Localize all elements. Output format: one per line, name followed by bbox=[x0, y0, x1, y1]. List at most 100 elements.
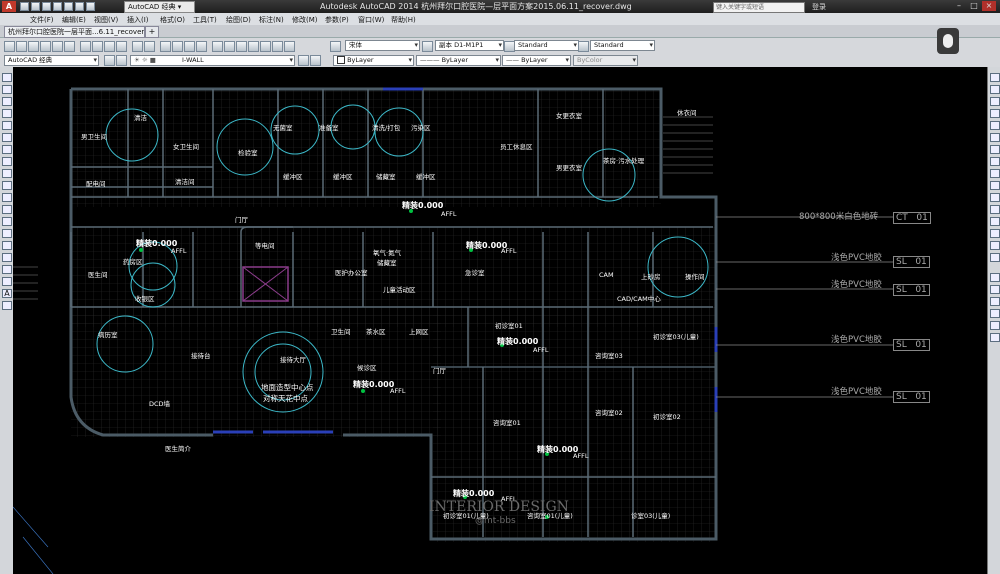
print-icon[interactable] bbox=[40, 41, 51, 52]
design-center-icon[interactable] bbox=[224, 41, 235, 52]
rotate-icon[interactable] bbox=[990, 145, 1000, 154]
color-combo[interactable]: ByLayer bbox=[333, 55, 414, 66]
help-icon[interactable] bbox=[284, 41, 295, 52]
saveas-icon[interactable] bbox=[53, 2, 62, 11]
polyline-icon[interactable] bbox=[2, 97, 12, 106]
menu-insert[interactable]: 插入(I) bbox=[127, 15, 149, 25]
publish-icon[interactable] bbox=[64, 41, 75, 52]
new-tab-button[interactable]: + bbox=[145, 26, 159, 38]
construction-line-icon[interactable] bbox=[2, 85, 12, 94]
undo-icon[interactable] bbox=[75, 2, 84, 11]
move-icon[interactable] bbox=[990, 133, 1000, 142]
pan-icon[interactable] bbox=[160, 41, 171, 52]
dim-style-icon[interactable] bbox=[422, 41, 433, 52]
zoom-realtime-icon[interactable] bbox=[172, 41, 183, 52]
layer-state-icon[interactable] bbox=[116, 55, 127, 66]
mleader-style-combo[interactable]: Standard bbox=[590, 40, 655, 51]
workspace-combo[interactable]: AutoCAD 经典 bbox=[4, 55, 99, 66]
open-file-icon[interactable] bbox=[16, 41, 27, 52]
text-style-icon[interactable] bbox=[330, 41, 341, 52]
menu-dimension[interactable]: 标注(N) bbox=[259, 15, 284, 25]
make-block-icon[interactable] bbox=[2, 217, 12, 226]
tool-palettes-icon[interactable] bbox=[236, 41, 247, 52]
mleader-style-icon[interactable] bbox=[578, 41, 589, 52]
snap-endpoint-icon[interactable] bbox=[990, 273, 1000, 282]
point-icon[interactable] bbox=[2, 229, 12, 238]
copy-object-icon[interactable] bbox=[990, 85, 1000, 94]
snap-perpendicular-icon[interactable] bbox=[990, 321, 1000, 330]
zoom-previous-icon[interactable] bbox=[196, 41, 207, 52]
stretch-icon[interactable] bbox=[990, 169, 1000, 178]
copy-icon[interactable] bbox=[92, 41, 103, 52]
scale-icon[interactable] bbox=[990, 157, 1000, 166]
layer-combo[interactable]: ☀ ☼ ■ I-WALL bbox=[130, 55, 295, 66]
drawing-canvas[interactable]: 男卫生间 清洁 女卫生间 清洁间 配电间 检验室 无菌室 准备室 清洗/打包 污… bbox=[13, 67, 987, 574]
maximize-button[interactable]: □ bbox=[967, 1, 981, 11]
menu-help[interactable]: 帮助(H) bbox=[391, 15, 416, 25]
ellipse-icon[interactable] bbox=[2, 181, 12, 190]
ellipse-arc-icon[interactable] bbox=[2, 193, 12, 202]
document-tab[interactable]: 杭州拜尔口腔医院一层平面...6.11_recover* bbox=[4, 26, 145, 38]
rectangle-icon[interactable] bbox=[2, 121, 12, 130]
navigation-wheel[interactable] bbox=[937, 28, 959, 54]
layer-properties-icon[interactable] bbox=[104, 55, 115, 66]
snap-nearest-icon[interactable] bbox=[990, 333, 1000, 342]
fillet-icon[interactable] bbox=[990, 241, 1000, 250]
menu-file[interactable]: 文件(F) bbox=[30, 15, 54, 25]
menu-format[interactable]: 格式(O) bbox=[160, 15, 185, 25]
autocad-app-icon[interactable]: A bbox=[2, 1, 16, 12]
extend-icon[interactable] bbox=[990, 193, 1000, 202]
mirror-icon[interactable] bbox=[990, 97, 1000, 106]
preview-icon[interactable] bbox=[52, 41, 63, 52]
table-icon[interactable] bbox=[2, 277, 12, 286]
break-icon[interactable] bbox=[990, 205, 1000, 214]
make-current-icon[interactable] bbox=[298, 55, 309, 66]
insert-block-icon[interactable] bbox=[2, 205, 12, 214]
properties-icon[interactable] bbox=[212, 41, 223, 52]
search-input[interactable]: 键入关键字或短语 bbox=[713, 2, 805, 13]
redo-icon[interactable] bbox=[86, 2, 95, 11]
menu-view[interactable]: 视图(V) bbox=[94, 15, 118, 25]
qnew-icon[interactable] bbox=[4, 41, 15, 52]
lineweight-combo[interactable]: —— ByLayer bbox=[502, 55, 571, 66]
mtext-icon[interactable]: A bbox=[2, 289, 12, 298]
region-icon[interactable] bbox=[2, 265, 12, 274]
revcloud-icon[interactable] bbox=[2, 157, 12, 166]
array-icon[interactable] bbox=[990, 121, 1000, 130]
save-file-icon[interactable] bbox=[28, 41, 39, 52]
undo-tool-icon[interactable] bbox=[132, 41, 143, 52]
add-selected-icon[interactable] bbox=[2, 301, 12, 310]
markup-icon[interactable] bbox=[260, 41, 271, 52]
menu-draw[interactable]: 绘图(D) bbox=[226, 15, 251, 25]
chamfer-icon[interactable] bbox=[990, 229, 1000, 238]
menu-tools[interactable]: 工具(T) bbox=[193, 15, 217, 25]
spline-icon[interactable] bbox=[2, 169, 12, 178]
table-style-combo[interactable]: Standard bbox=[514, 40, 579, 51]
plot-icon[interactable] bbox=[64, 2, 73, 11]
circle-icon[interactable] bbox=[2, 145, 12, 154]
linetype-combo[interactable]: ——— ByLayer bbox=[416, 55, 501, 66]
paste-icon[interactable] bbox=[104, 41, 115, 52]
menu-window[interactable]: 窗口(W) bbox=[358, 15, 384, 25]
quickcalc-icon[interactable] bbox=[272, 41, 283, 52]
workspace-selector[interactable]: AutoCAD 经典 ▾ bbox=[124, 1, 195, 13]
polygon-icon[interactable] bbox=[2, 109, 12, 118]
minimize-button[interactable]: – bbox=[952, 1, 966, 11]
close-button[interactable]: × bbox=[982, 1, 996, 11]
match-properties-icon[interactable] bbox=[116, 41, 127, 52]
font-combo[interactable]: 宋体 bbox=[345, 40, 420, 51]
redo-tool-icon[interactable] bbox=[144, 41, 155, 52]
explode-icon[interactable] bbox=[990, 253, 1000, 262]
line-icon[interactable] bbox=[2, 73, 12, 82]
hatch-icon[interactable] bbox=[2, 241, 12, 250]
cut-icon[interactable] bbox=[80, 41, 91, 52]
offset-icon[interactable] bbox=[990, 109, 1000, 118]
dim-style-combo[interactable]: 副本 D1-M1P1 bbox=[435, 40, 504, 51]
save-icon[interactable] bbox=[42, 2, 51, 11]
gradient-icon[interactable] bbox=[2, 253, 12, 262]
erase-icon[interactable] bbox=[990, 73, 1000, 82]
trim-icon[interactable] bbox=[990, 181, 1000, 190]
menu-modify[interactable]: 修改(M) bbox=[292, 15, 318, 25]
snap-intersection-icon[interactable] bbox=[990, 297, 1000, 306]
zoom-window-icon[interactable] bbox=[184, 41, 195, 52]
